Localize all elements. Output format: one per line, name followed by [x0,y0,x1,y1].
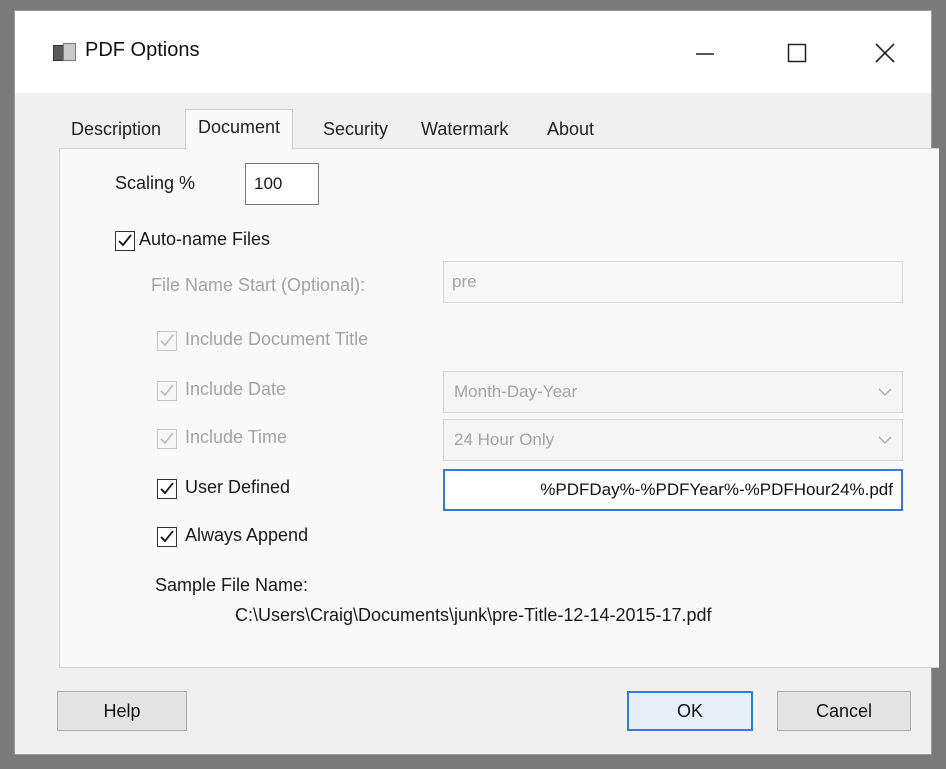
help-button[interactable]: Help [57,691,187,731]
tab-security[interactable]: Security [323,119,388,140]
time-format-select[interactable]: 24 Hour Only [443,419,903,461]
date-format-select[interactable]: Month-Day-Year [443,371,903,413]
file-name-start-label: File Name Start (Optional): [151,275,366,295]
checkmark-icon [118,234,132,247]
title-bar: PDF Options [15,11,931,93]
chevron-down-icon [878,436,892,444]
app-icon [53,43,76,61]
scaling-label: Scaling % [115,173,196,193]
tab-document[interactable]: Document [185,109,294,150]
tab-about[interactable]: About [547,119,594,140]
tab-watermark[interactable]: Watermark [421,119,508,140]
pdf-options-dialog: PDF Options Description Document Securit… [14,10,939,755]
close-icon [875,43,895,63]
include-date-label: Include Date [185,379,287,399]
auto-name-checkbox[interactable] [115,231,135,251]
always-append-checkbox[interactable] [157,527,177,547]
file-name-start-input[interactable]: pre [443,261,903,303]
ok-button[interactable]: OK [627,691,753,731]
include-date-checkbox[interactable] [157,381,177,401]
date-format-value: Month-Day-Year [454,382,578,401]
checkmark-icon [160,384,174,397]
checkmark-icon [160,530,174,543]
user-defined-label: User Defined [185,477,291,497]
maximize-icon [787,43,807,63]
window-title: PDF Options [85,39,200,61]
include-time-checkbox[interactable] [157,429,177,449]
always-append-label: Always Append [185,525,309,545]
auto-name-label: Auto-name Files [139,229,271,249]
scaling-input[interactable]: 100 [245,163,319,205]
close-button[interactable] [855,25,915,81]
include-title-checkbox[interactable] [157,331,177,351]
tab-description[interactable]: Description [71,119,161,140]
sample-file-name-label: Sample File Name: [155,575,309,595]
checkmark-icon [160,482,174,495]
include-time-label: Include Time [185,427,288,447]
maximize-button[interactable] [767,25,827,81]
chevron-down-icon [878,388,892,396]
include-title-label: Include Document Title [185,329,369,349]
checkmark-icon [160,432,174,445]
minimize-button[interactable] [675,25,735,81]
minimize-icon [696,53,714,55]
user-defined-input[interactable]: %PDFDay%-%PDFYear%-%PDFHour24%.pdf [443,469,903,511]
cancel-button[interactable]: Cancel [777,691,911,731]
sample-file-path: C:\Users\Craig\Documents\junk\pre-Title-… [235,605,712,625]
user-defined-checkbox[interactable] [157,479,177,499]
time-format-value: 24 Hour Only [454,430,555,449]
checkmark-icon [160,334,174,347]
